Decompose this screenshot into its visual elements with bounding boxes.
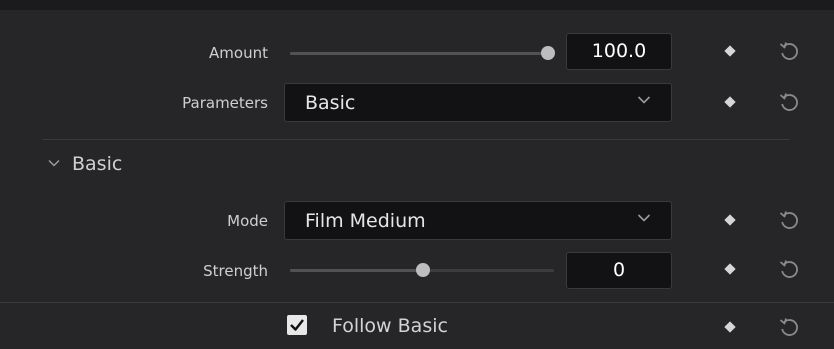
follow-basic-checkbox[interactable]: [287, 315, 307, 335]
strength-label: Strength: [203, 262, 268, 280]
follow-basic-label[interactable]: Follow Basic: [332, 315, 448, 337]
inspector-panel: Amount 100.0 Parameters Basic Basic Mode…: [0, 10, 834, 349]
amount-keyframe-diamond-icon[interactable]: [724, 45, 736, 57]
parameters-label: Parameters: [182, 94, 268, 112]
mode-dropdown[interactable]: Film Medium: [284, 201, 672, 240]
parameters-dropdown[interactable]: Basic: [284, 83, 672, 122]
follow-basic-reset-icon[interactable]: [778, 316, 800, 338]
section-divider: [0, 302, 834, 303]
chevron-down-icon: [48, 159, 60, 167]
amount-reset-icon[interactable]: [778, 40, 800, 62]
amount-slider-thumb[interactable]: [541, 46, 555, 60]
chevron-down-icon: [637, 214, 651, 222]
amount-label: Amount: [209, 44, 268, 62]
strength-value-field[interactable]: 0: [566, 252, 672, 289]
section-divider: [42, 139, 790, 140]
mode-keyframe-diamond-icon[interactable]: [724, 214, 736, 226]
amount-slider-fill: [290, 52, 554, 55]
mode-label: Mode: [227, 212, 268, 230]
strength-slider-thumb[interactable]: [416, 263, 430, 277]
chevron-down-icon: [637, 96, 651, 104]
strength-reset-icon[interactable]: [778, 258, 800, 280]
parameters-selected-value: Basic: [305, 92, 356, 114]
amount-value-field[interactable]: 100.0: [566, 33, 672, 70]
checkmark-icon: [290, 319, 304, 331]
basic-section-title: Basic: [72, 153, 123, 175]
mode-selected-value: Film Medium: [305, 210, 426, 232]
amount-slider-track[interactable]: [290, 52, 554, 55]
strength-slider-fill: [290, 269, 422, 272]
parameters-keyframe-diamond-icon[interactable]: [724, 96, 736, 108]
mode-reset-icon[interactable]: [778, 209, 800, 231]
strength-keyframe-diamond-icon[interactable]: [724, 263, 736, 275]
follow-basic-keyframe-diamond-icon[interactable]: [724, 321, 736, 333]
parameters-reset-icon[interactable]: [778, 91, 800, 113]
